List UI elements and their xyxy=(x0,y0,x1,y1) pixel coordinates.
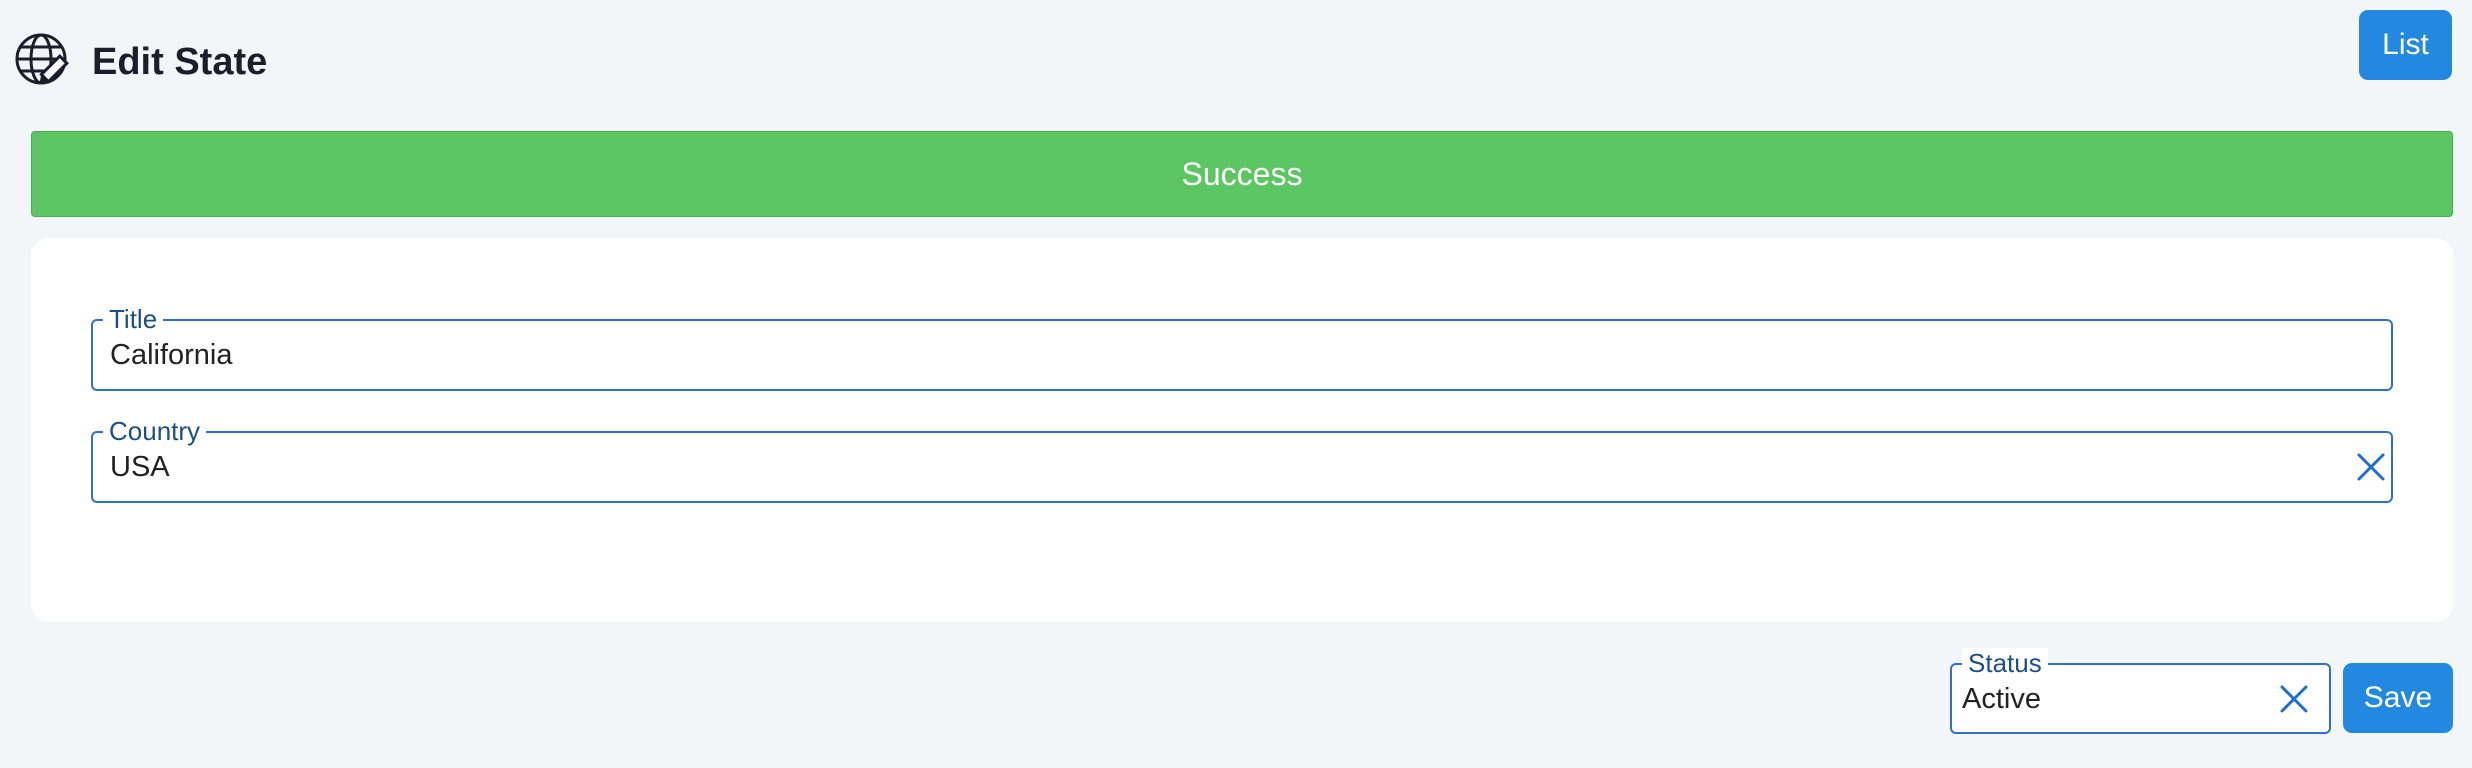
globe-edit-icon xyxy=(14,31,72,94)
country-field[interactable]: Country USA xyxy=(91,416,2393,503)
title-field[interactable]: Title California xyxy=(91,304,2393,391)
list-button[interactable]: List xyxy=(2359,10,2452,80)
status-clear-icon[interactable] xyxy=(2276,681,2312,717)
status-value: Active xyxy=(1962,683,2041,715)
success-alert: Success xyxy=(31,131,2453,217)
alert-text: Success xyxy=(1181,155,1303,192)
title-value: California xyxy=(110,339,233,371)
form-card: Title California Country USA xyxy=(31,238,2453,622)
save-button[interactable]: Save xyxy=(2343,663,2453,733)
status-field[interactable]: Status Active xyxy=(1950,648,2331,734)
page-title: Edit State xyxy=(92,40,268,83)
country-label: Country xyxy=(103,416,207,446)
country-clear-icon[interactable] xyxy=(2353,449,2389,485)
status-label: Status xyxy=(1962,648,2048,678)
page-header: Edit State xyxy=(14,32,267,92)
country-value: USA xyxy=(110,451,170,483)
title-label: Title xyxy=(103,304,164,334)
